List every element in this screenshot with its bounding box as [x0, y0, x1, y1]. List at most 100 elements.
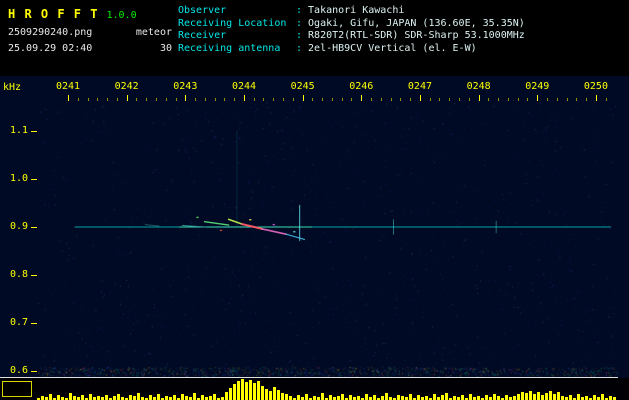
time-tick-label: 0250 [583, 81, 608, 92]
freq-tick-mark [31, 131, 37, 132]
noise-level-bar [97, 396, 100, 400]
info-row-location: Receiving Location: Ogaki, Gifu, JAPAN (1… [178, 18, 525, 31]
noise-level-bar [149, 395, 152, 400]
info-value: Takanori Kawachi [308, 5, 405, 16]
time-tick-mark [185, 95, 186, 101]
noise-level-bar [593, 395, 596, 400]
time-tick-mark [78, 98, 79, 101]
noise-level-bar [525, 393, 528, 400]
file-row: 2509290240.png meteor [8, 27, 172, 38]
info-colon: : [296, 17, 303, 29]
time-tick-label: 0246 [349, 81, 374, 92]
time-tick-mark [156, 98, 157, 101]
noise-level-bar [225, 392, 228, 400]
freq-tick-label: 1.1 [9, 125, 28, 136]
noise-level-bar [433, 394, 436, 400]
time-tick-mark [322, 98, 323, 101]
time-tick-mark [254, 98, 255, 101]
noise-level-bar [305, 394, 308, 400]
noise-level-bar [165, 396, 168, 400]
noise-level-bar [129, 395, 132, 400]
info-value: 2el-HB9CV Vertical (el. E-W) [308, 42, 477, 54]
time-row: 25.09.29 02:40 30 [8, 43, 172, 54]
info-colon: : [296, 42, 303, 54]
time-tick-mark [224, 98, 225, 101]
noise-level-bar [245, 382, 248, 400]
noise-level-bar [185, 396, 188, 400]
noise-level-bar [513, 396, 516, 400]
noise-level-bar [541, 395, 544, 400]
hrofft-output-screen: kHz H R O F F T 1.0.0 2509290240.png mete… [0, 0, 629, 400]
info-label: Receiving antenna [178, 42, 281, 54]
noise-level-bar [549, 391, 552, 400]
freq-tick-mark [31, 227, 37, 228]
freq-tick-label: 0.9 [9, 221, 28, 232]
noise-level-bar [561, 396, 564, 400]
time-tick-mark [596, 95, 597, 101]
noise-level-bar [521, 392, 524, 400]
noise-level-bar [253, 383, 256, 400]
time-tick-mark [303, 95, 304, 101]
time-tick-label: 0249 [525, 81, 550, 92]
noise-level-bar [57, 395, 60, 400]
noise-level-bar [233, 384, 236, 400]
time-tick-mark [508, 98, 509, 101]
noise-level-bar [477, 396, 480, 400]
noise-level-bar [397, 395, 400, 400]
time-tick-mark [205, 98, 206, 101]
time-tick-mark [420, 95, 421, 101]
noise-level-bar [313, 396, 316, 400]
time-tick-mark [117, 98, 118, 101]
noise-level-bar [569, 395, 572, 400]
freq-tick-label: 0.6 [9, 365, 28, 376]
time-tick-mark [293, 98, 294, 101]
noise-level-bar [133, 396, 136, 400]
noise-level-bar [289, 396, 292, 400]
time-tick-mark [391, 98, 392, 101]
noise-level-bar [577, 394, 580, 400]
app-version: 1.0.0 [106, 10, 137, 21]
time-tick-mark [371, 98, 372, 101]
noise-level-bar [533, 394, 536, 400]
time-tick-mark [244, 95, 245, 101]
noise-level-bar [237, 381, 240, 400]
info-label: Observer [178, 5, 227, 16]
noise-level-bar [517, 394, 520, 400]
noise-level-bar [137, 393, 140, 400]
freq-tick-mark [31, 179, 37, 180]
time-tick-mark [449, 98, 450, 101]
time-tick-label: 0241 [55, 81, 81, 92]
time-tick-label: 0243 [173, 81, 198, 92]
noise-level-bar [381, 396, 384, 400]
noise-level-bar [89, 394, 92, 400]
noise-level-bar [373, 395, 376, 400]
freq-tick-mark [31, 275, 37, 276]
title-row: H R O F F T 1.0.0 [8, 3, 172, 22]
noise-level-bar [113, 396, 116, 400]
info-row-receiver: Receiver: R820T2(RTL-SDR) SDR-Sharp 53.10… [178, 30, 525, 43]
noise-level-bar [469, 394, 472, 400]
noise-level-bar [181, 394, 184, 400]
noise-level-bar [209, 396, 212, 400]
noise-level-bar [117, 394, 120, 400]
time-tick-label: 0248 [466, 81, 491, 92]
time-tick-mark [283, 98, 284, 101]
noise-level-bar [261, 386, 264, 400]
noise-level-bar [173, 395, 176, 400]
noise-level-bar [409, 394, 412, 400]
time-tick-mark [166, 98, 167, 101]
info-colon: : [296, 5, 303, 16]
noise-level-bar [81, 395, 84, 400]
noise-level-bar [557, 392, 560, 400]
time-tick-mark [527, 98, 528, 101]
info-value: Ogaki, Gifu, JAPAN (136.60E, 35.35N) [308, 17, 525, 29]
noise-level-bar [537, 392, 540, 400]
time-tick-mark [381, 98, 382, 101]
noise-level-bar [105, 395, 108, 400]
noise-level-bar [497, 396, 500, 400]
noise-level-bar [417, 395, 420, 400]
time-tick-mark [97, 98, 98, 101]
time-tick-mark [557, 98, 558, 101]
noise-level-bar [337, 396, 340, 400]
time-tick-mark [68, 95, 69, 101]
